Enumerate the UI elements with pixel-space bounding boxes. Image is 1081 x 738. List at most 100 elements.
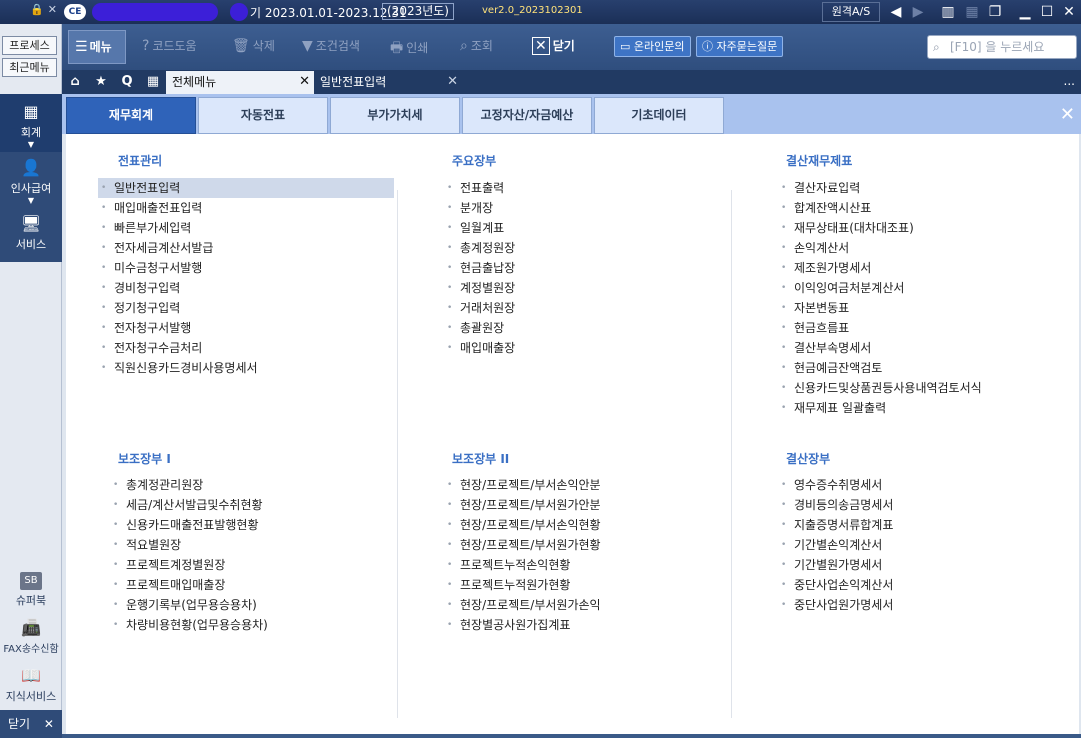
menu-item[interactable]: 지출증명서류합계표 bbox=[778, 515, 1058, 535]
calendar-icon[interactable]: ▦ bbox=[142, 72, 164, 92]
close-window-icon[interactable]: ✕ bbox=[1059, 2, 1079, 22]
menu-item[interactable]: 이익잉여금처분계산서 bbox=[778, 278, 1068, 298]
menu-item[interactable]: 경비등의송금명세서 bbox=[778, 495, 1058, 515]
menu-item[interactable]: 일월계표 bbox=[444, 218, 724, 238]
menu-item[interactable]: 총계정관리원장 bbox=[110, 475, 390, 495]
menu-item[interactable]: 현금흐름표 bbox=[778, 318, 1068, 338]
menu-item[interactable]: 경비청구입력 bbox=[98, 278, 394, 298]
online-inquiry-button[interactable]: ▭ 온라인문의 bbox=[614, 36, 691, 57]
menu-item[interactable]: 기간별손익계산서 bbox=[778, 535, 1058, 555]
module-hr-payroll[interactable]: 👤 인사급여 ▼ bbox=[0, 154, 62, 210]
quick-search-icon[interactable]: Q bbox=[116, 72, 138, 92]
fiscal-year-box[interactable]: (2023년도) bbox=[382, 3, 454, 20]
menu-item[interactable]: 현장별공사원가집계표 bbox=[444, 615, 724, 635]
tab-overflow-icon[interactable]: ... bbox=[1064, 74, 1075, 88]
home-icon[interactable]: ⌂ bbox=[64, 72, 86, 92]
menu-item[interactable]: 신용카드매출전표발행현황 bbox=[110, 515, 390, 535]
menu-item[interactable]: 정기청구입력 bbox=[98, 298, 394, 318]
menu-item[interactable]: 현장/프로젝트/부서원가안분 bbox=[444, 495, 724, 515]
menu-item[interactable]: 전자세금계산서발급 bbox=[98, 238, 394, 258]
remote-support-button[interactable]: 원격A/S bbox=[822, 2, 880, 22]
menu-item[interactable]: 프로젝트매입매출장 bbox=[110, 575, 390, 595]
lock-icon[interactable]: 🔒 bbox=[30, 3, 44, 16]
close-menu-icon[interactable]: ✕ bbox=[1060, 104, 1075, 125]
category-fixed-assets[interactable]: 고정자산/자금예산 bbox=[462, 97, 592, 134]
menu-item[interactable]: 중단사업원가명세서 bbox=[778, 595, 1058, 615]
rail-close-button[interactable]: 닫기 ✕ bbox=[0, 710, 62, 738]
menu-item[interactable]: 일반전표입력 bbox=[98, 178, 394, 198]
menu-item[interactable]: 세금/계산서발급및수취현황 bbox=[110, 495, 390, 515]
menu-item[interactable]: 재무제표 일괄출력 bbox=[778, 398, 1068, 418]
menu-item[interactable]: 현금예금잔액검토 bbox=[778, 358, 1068, 378]
close-button[interactable]: ✕ 닫기 bbox=[532, 37, 575, 55]
menu-item[interactable]: 현장/프로젝트/부서손익안분 bbox=[444, 475, 724, 495]
close-icon[interactable]: ✕ bbox=[48, 3, 57, 16]
knowledge-service-item[interactable]: 📖 지식서비스 bbox=[0, 666, 62, 704]
menu-item[interactable]: 자본변동표 bbox=[778, 298, 1068, 318]
delete-button[interactable]: 🗑 삭제 bbox=[232, 37, 275, 54]
superbook-item[interactable]: SB 슈퍼북 bbox=[0, 572, 62, 608]
menu-item[interactable]: 분개장 bbox=[444, 198, 724, 218]
menu-item[interactable]: 전자청구수금처리 bbox=[98, 338, 394, 358]
category-auto-voucher[interactable]: 자동전표 bbox=[198, 97, 328, 134]
menu-item[interactable]: 결산자료입력 bbox=[778, 178, 1068, 198]
menu-item[interactable]: 손익계산서 bbox=[778, 238, 1068, 258]
menu-item[interactable]: 신용카드및상품권등사용내역검토서식 bbox=[778, 378, 1068, 398]
menu-item[interactable]: 계정별원장 bbox=[444, 278, 724, 298]
condition-search-button[interactable]: ▼ 조건검색 bbox=[302, 37, 360, 54]
menu-item[interactable]: 매입매출장 bbox=[444, 338, 724, 358]
menu-item[interactable]: 운행기록부(업무용승용차) bbox=[110, 595, 390, 615]
menu-item[interactable]: 재무상태표(대차대조표) bbox=[778, 218, 1068, 238]
menu-button[interactable]: ☰ 메뉴 bbox=[68, 30, 126, 64]
menu-item[interactable]: 결산부속명세서 bbox=[778, 338, 1068, 358]
menu-item[interactable]: 전자청구서발행 bbox=[98, 318, 394, 338]
menu-item[interactable]: 현장/프로젝트/부서손익현황 bbox=[444, 515, 724, 535]
forward-arrow-icon[interactable]: ▶ bbox=[908, 2, 928, 22]
menu-item[interactable]: 현장/프로젝트/부서원가현황 bbox=[444, 535, 724, 555]
recent-menu-button[interactable]: 최근메뉴 bbox=[2, 58, 57, 77]
menu-item[interactable]: 차량비용현황(업무용승용차) bbox=[110, 615, 390, 635]
category-vat[interactable]: 부가가치세 bbox=[330, 97, 460, 134]
tab-close-icon[interactable]: ✕ bbox=[447, 71, 458, 93]
category-financial-accounting[interactable]: 재무회계 bbox=[66, 97, 196, 134]
minimize-icon[interactable]: ▁ bbox=[1015, 2, 1035, 22]
menu-item[interactable]: 현금출납장 bbox=[444, 258, 724, 278]
menu-item[interactable]: 거래처원장 bbox=[444, 298, 724, 318]
tab-general-entry[interactable]: 일반전표입력 ✕ bbox=[316, 71, 462, 94]
menu-item[interactable]: 전표출력 bbox=[444, 178, 724, 198]
star-icon[interactable]: ★ bbox=[90, 72, 112, 92]
module-service[interactable]: 🖥 서비스 bbox=[0, 212, 62, 258]
menu-item[interactable]: 미수금청구서발행 bbox=[98, 258, 394, 278]
menu-item[interactable]: 현장/프로젝트/부서원가손익 bbox=[444, 595, 724, 615]
menu-item[interactable]: 합계잔액시산표 bbox=[778, 198, 1068, 218]
process-button[interactable]: 프로세스 bbox=[2, 36, 57, 55]
maximize-icon[interactable]: ☐ bbox=[1037, 2, 1057, 22]
menu-item[interactable]: 프로젝트누적손익현황 bbox=[444, 555, 724, 575]
menu-item[interactable]: 프로젝트누적원가현황 bbox=[444, 575, 724, 595]
menu-item[interactable]: 총계정원장 bbox=[444, 238, 724, 258]
category-base-data[interactable]: 기초데이터 bbox=[594, 97, 724, 134]
tab-all-menu[interactable]: 전체메뉴 ✕ bbox=[166, 71, 314, 94]
tab-close-icon[interactable]: ✕ bbox=[299, 71, 310, 93]
menu-item[interactable]: 영수증수취명세서 bbox=[778, 475, 1058, 495]
menu-item[interactable]: 빠른부가세입력 bbox=[98, 218, 394, 238]
fax-inbox-item[interactable]: 📠 FAX송수신함 bbox=[0, 618, 62, 655]
menu-item[interactable]: 적요별원장 bbox=[110, 535, 390, 555]
grid-icon[interactable]: ▦ bbox=[962, 2, 982, 22]
menu-item[interactable]: 직원신용카드경비사용명세서 bbox=[98, 358, 394, 378]
menu-item[interactable]: 프로젝트계정별원장 bbox=[110, 555, 390, 575]
back-arrow-icon[interactable]: ◀ bbox=[886, 2, 906, 22]
menu-item[interactable]: 제조원가명세서 bbox=[778, 258, 1068, 278]
window-switch-icon[interactable]: ❐ bbox=[985, 2, 1005, 22]
menu-item[interactable]: 총괄원장 bbox=[444, 318, 724, 338]
faq-button[interactable]: ⓘ 자주묻는질문 bbox=[696, 36, 784, 57]
search-input[interactable]: ⌕ [F10] 을 누르세요 bbox=[927, 35, 1077, 59]
print-button[interactable]: 🖶 인쇄 bbox=[390, 37, 428, 61]
menu-item[interactable]: 기간별원가명세서 bbox=[778, 555, 1058, 575]
menu-item[interactable]: 매입매출전표입력 bbox=[98, 198, 394, 218]
inquiry-button[interactable]: ⌕ 조회 bbox=[460, 37, 493, 54]
book-icon[interactable]: ▥ bbox=[938, 2, 958, 22]
module-accounting[interactable]: ▦ 회계 ▼ bbox=[0, 94, 62, 152]
menu-item[interactable]: 중단사업손익계산서 bbox=[778, 575, 1058, 595]
code-help-button[interactable]: ? 코드도움 bbox=[142, 37, 197, 54]
